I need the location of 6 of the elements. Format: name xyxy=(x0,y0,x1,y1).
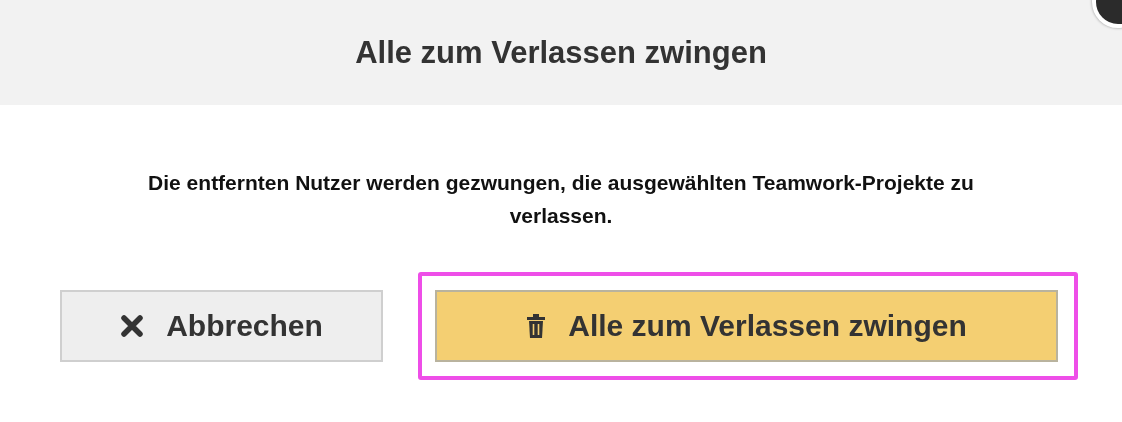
trash-icon xyxy=(526,314,547,338)
dialog-title: Alle zum Verlassen zwingen xyxy=(355,34,767,71)
dialog-message: Die entfernten Nutzer werden gezwungen, die ausgewählten Teamwork-Projekte zu verlassen. xyxy=(147,170,975,229)
cancel-button[interactable]: Abbrechen xyxy=(60,290,383,362)
confirm-button[interactable]: Alle zum Verlassen zwingen xyxy=(435,290,1058,362)
close-icon xyxy=(120,314,145,338)
